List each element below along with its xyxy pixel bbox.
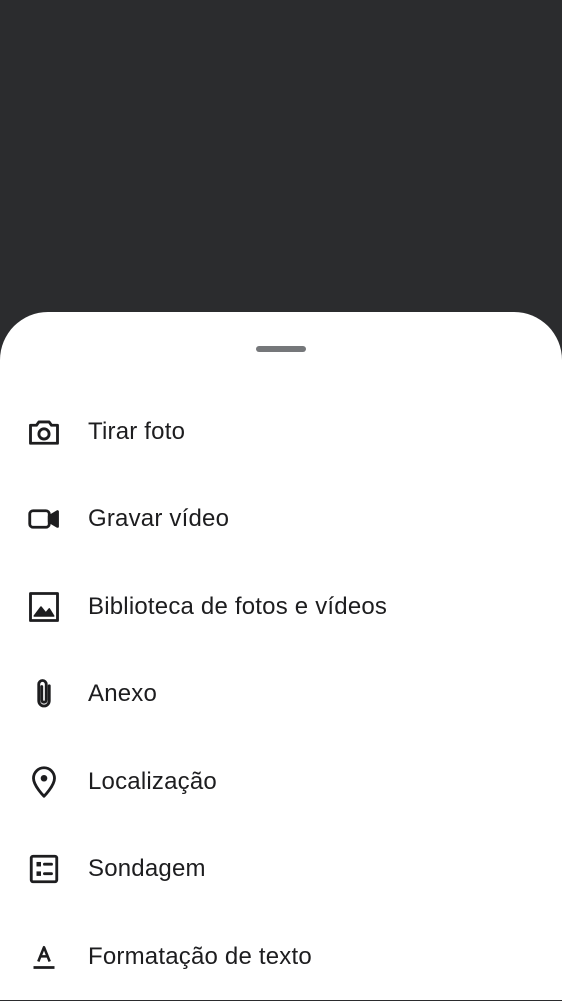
attachment-menu: Tirar foto Gravar vídeo Biblioteca de fo… [0,388,562,1001]
videocam-icon [26,501,62,537]
menu-item-photo-library[interactable]: Biblioteca de fotos e vídeos [0,563,562,651]
menu-item-label: Localização [88,767,217,795]
menu-item-label: Sondagem [88,855,206,883]
menu-item-poll[interactable]: Sondagem [0,826,562,914]
menu-item-attachment[interactable]: Anexo [0,651,562,739]
text-format-icon [26,939,62,975]
attachment-bottom-sheet: Tirar foto Gravar vídeo Biblioteca de fo… [0,312,562,1000]
menu-item-record-video[interactable]: Gravar vídeo [0,476,562,564]
poll-icon [26,851,62,887]
menu-item-take-photo[interactable]: Tirar foto [0,388,562,476]
paperclip-icon [26,676,62,712]
menu-item-label: Gravar vídeo [88,505,230,533]
menu-item-location[interactable]: Localização [0,738,562,826]
menu-item-label: Formatação de texto [88,942,312,970]
menu-item-label: Biblioteca de fotos e vídeos [88,592,388,620]
drag-handle[interactable] [256,346,306,352]
location-pin-icon [26,764,62,800]
image-icon [26,589,62,625]
camera-icon [26,414,62,450]
menu-item-label: Anexo [88,680,158,708]
menu-item-text-format[interactable]: Formatação de texto [0,913,562,1001]
scrim-overlay[interactable] [0,0,562,340]
menu-item-label: Tirar foto [88,417,186,445]
